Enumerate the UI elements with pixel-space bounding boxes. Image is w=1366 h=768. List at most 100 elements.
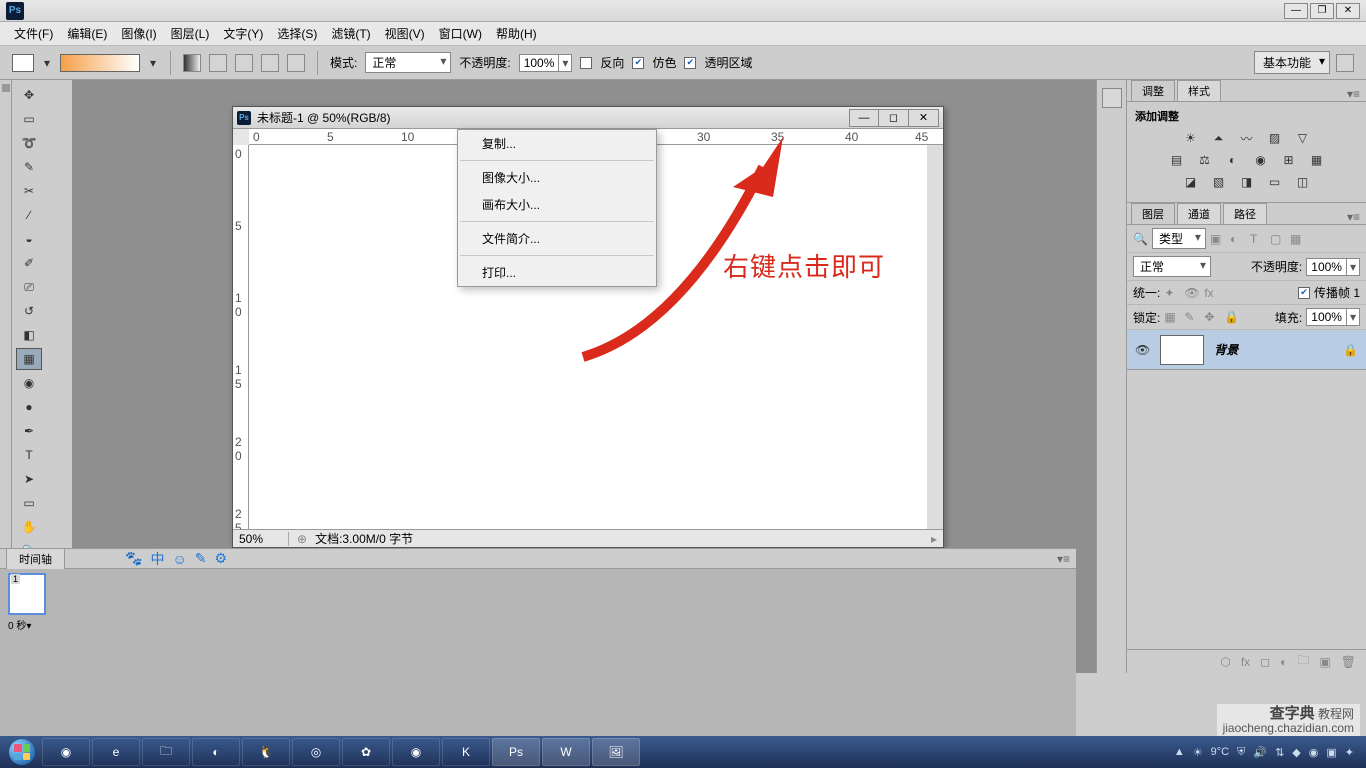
tool-preset-picker[interactable] [12, 54, 34, 72]
tab-layers[interactable]: 图层 [1131, 203, 1175, 224]
menu-image[interactable]: 图像(I) [115, 22, 162, 45]
menu-view[interactable]: 视图(V) [379, 22, 431, 45]
ime-pen-icon[interactable]: ✎ [195, 550, 207, 567]
taskbar-app-3[interactable]: ◉ [392, 738, 440, 766]
tray-icon[interactable]: ▲ [1174, 746, 1185, 758]
taskbar-app-2[interactable]: ◎ [292, 738, 340, 766]
history-brush-tool[interactable]: ↺ [16, 300, 42, 322]
layer-opacity-input[interactable]: 100%▾ [1306, 258, 1360, 276]
marquee-tool[interactable]: ▭ [16, 108, 42, 130]
new-layer-icon[interactable]: ▣ [1319, 655, 1330, 669]
eraser-tool[interactable]: ◧ [16, 324, 42, 346]
adj-lookup-icon[interactable]: ▦ [1308, 152, 1326, 168]
filter-adj-icon[interactable]: ◐ [1230, 232, 1246, 246]
filter-type-t-icon[interactable]: T [1250, 232, 1266, 246]
layer-fx-icon[interactable]: fx [1241, 655, 1250, 669]
blend-mode-select[interactable]: 正常 [365, 52, 451, 73]
doc-maximize[interactable]: ◻ [879, 109, 909, 127]
stamp-tool[interactable]: ⎚ [16, 276, 42, 298]
filter-type-icon[interactable]: 🔍 [1133, 232, 1148, 246]
unify-position-icon[interactable]: ✦ [1164, 286, 1180, 300]
blur-tool[interactable]: ◉ [16, 372, 42, 394]
adj-curves-icon[interactable]: 〰 [1238, 130, 1256, 146]
tray-shield-icon[interactable]: ⛨ [1237, 746, 1245, 759]
menu-file[interactable]: 文件(F) [8, 22, 59, 45]
tray-more-3[interactable]: ▣ [1326, 746, 1336, 759]
gradient-reflected[interactable] [261, 54, 279, 72]
layer-thumbnail[interactable] [1160, 335, 1204, 365]
workspace-switcher[interactable]: 基本功能 [1254, 51, 1330, 74]
ime-emoji-icon[interactable]: ☺ [172, 551, 186, 567]
layer-blend-select[interactable]: 正常 [1133, 256, 1211, 277]
path-select-tool[interactable]: ➤ [16, 468, 42, 490]
adj-exposure-icon[interactable]: ▨ [1266, 130, 1284, 146]
adj-channel-mixer-icon[interactable]: ⊞ [1280, 152, 1298, 168]
timeline-menu-icon[interactable]: ▾≡ [1057, 552, 1070, 566]
gradient-radial[interactable] [209, 54, 227, 72]
menu-window[interactable]: 窗口(W) [433, 22, 488, 45]
unify-style-icon[interactable]: fx [1204, 286, 1220, 300]
ctx-image-size[interactable]: 图像大小... [458, 164, 656, 191]
layer-row-background[interactable]: 👁 背景 🔒 [1127, 330, 1366, 370]
brush-tool[interactable]: ✐ [16, 252, 42, 274]
lock-all-icon[interactable]: 🔒 [1224, 310, 1240, 324]
adj-photo-filter-icon[interactable]: ◉ [1252, 152, 1270, 168]
move-tool[interactable]: ✥ [16, 84, 42, 106]
tray-weather-icon[interactable]: ☀ [1193, 746, 1203, 759]
ctx-file-info[interactable]: 文件简介... [458, 225, 656, 252]
lock-pos-icon[interactable]: ✥ [1204, 310, 1220, 324]
hand-tool[interactable]: ✋ [16, 516, 42, 538]
minimize-button[interactable]: — [1284, 3, 1308, 19]
layer-name[interactable]: 背景 [1214, 341, 1238, 358]
tray-more-4[interactable]: ✦ [1345, 746, 1354, 759]
quick-select-tool[interactable]: ✎ [16, 156, 42, 178]
layer-mask-icon[interactable]: ◻ [1260, 655, 1270, 669]
ime-gear-icon[interactable]: ⚙ [214, 550, 227, 567]
filter-smart-icon[interactable]: ▦ [1290, 232, 1306, 246]
panel-menu-icon[interactable]: ▾≡ [1347, 87, 1360, 101]
menu-type[interactable]: 文字(Y) [217, 22, 269, 45]
unify-visibility-icon[interactable]: 👁 [1184, 286, 1200, 300]
gradient-diamond[interactable] [287, 54, 305, 72]
frame-delay[interactable]: 0 秒▾ [8, 617, 31, 632]
tab-paths[interactable]: 路径 [1223, 203, 1267, 224]
eyedropper-tool[interactable]: ∕ [16, 204, 42, 226]
zoom-level[interactable]: 50% [239, 532, 289, 546]
timeline-frames[interactable]: 1 0 秒▾ [0, 569, 1076, 746]
ruler-vertical[interactable]: 0 5 1 0 1 5 2 0 2 5 [233, 145, 249, 529]
healing-tool[interactable]: ◒ [16, 228, 42, 250]
frame-1[interactable]: 1 [8, 573, 46, 615]
menu-filter[interactable]: 滤镜(T) [325, 22, 376, 45]
taskbar-imageviewer[interactable]: 🖼 [592, 738, 640, 766]
ime-paw-icon[interactable]: 🐾 [125, 550, 142, 567]
taskbar-word[interactable]: W [542, 738, 590, 766]
tray-more-1[interactable]: ◆ [1292, 746, 1300, 759]
collapsed-panel-icon[interactable] [1102, 88, 1122, 108]
ctx-print[interactable]: 打印... [458, 259, 656, 286]
doc-close[interactable]: ✕ [909, 109, 939, 127]
workspace-grid-icon[interactable] [1336, 54, 1354, 72]
doc-scroll-right[interactable]: ▸ [931, 532, 937, 546]
filter-kind-select[interactable]: 类型 [1152, 228, 1206, 249]
menu-select[interactable]: 选择(S) [271, 22, 323, 45]
taskbar-qq[interactable]: 🐧 [242, 738, 290, 766]
pen-tool[interactable]: ✒ [16, 420, 42, 442]
adj-brightness-icon[interactable]: ☀ [1182, 130, 1200, 146]
dodge-tool[interactable]: ● [16, 396, 42, 418]
adj-posterize-icon[interactable]: ▧ [1210, 174, 1228, 190]
taskbar-ie[interactable]: e [92, 738, 140, 766]
delete-layer-icon[interactable]: 🗑 [1341, 655, 1356, 669]
tray-net-icon[interactable]: ⇅ [1275, 746, 1284, 759]
taskbar-explorer[interactable]: 🗀 [142, 738, 190, 766]
type-tool[interactable]: T [16, 444, 42, 466]
gradient-picker[interactable] [60, 54, 140, 72]
tray-more-2[interactable]: ◉ [1309, 746, 1319, 759]
gradient-angle[interactable] [235, 54, 253, 72]
taskbar-app-1[interactable]: ◉ [42, 738, 90, 766]
adj-hue-icon[interactable]: ▤ [1168, 152, 1186, 168]
gradient-linear[interactable] [183, 54, 201, 72]
link-layers-icon[interactable]: ⬡ [1220, 655, 1230, 669]
layers-menu-icon[interactable]: ▾≡ [1347, 210, 1360, 224]
ctx-copy[interactable]: 复制... [458, 130, 656, 157]
doc-minimize[interactable]: — [849, 109, 879, 127]
